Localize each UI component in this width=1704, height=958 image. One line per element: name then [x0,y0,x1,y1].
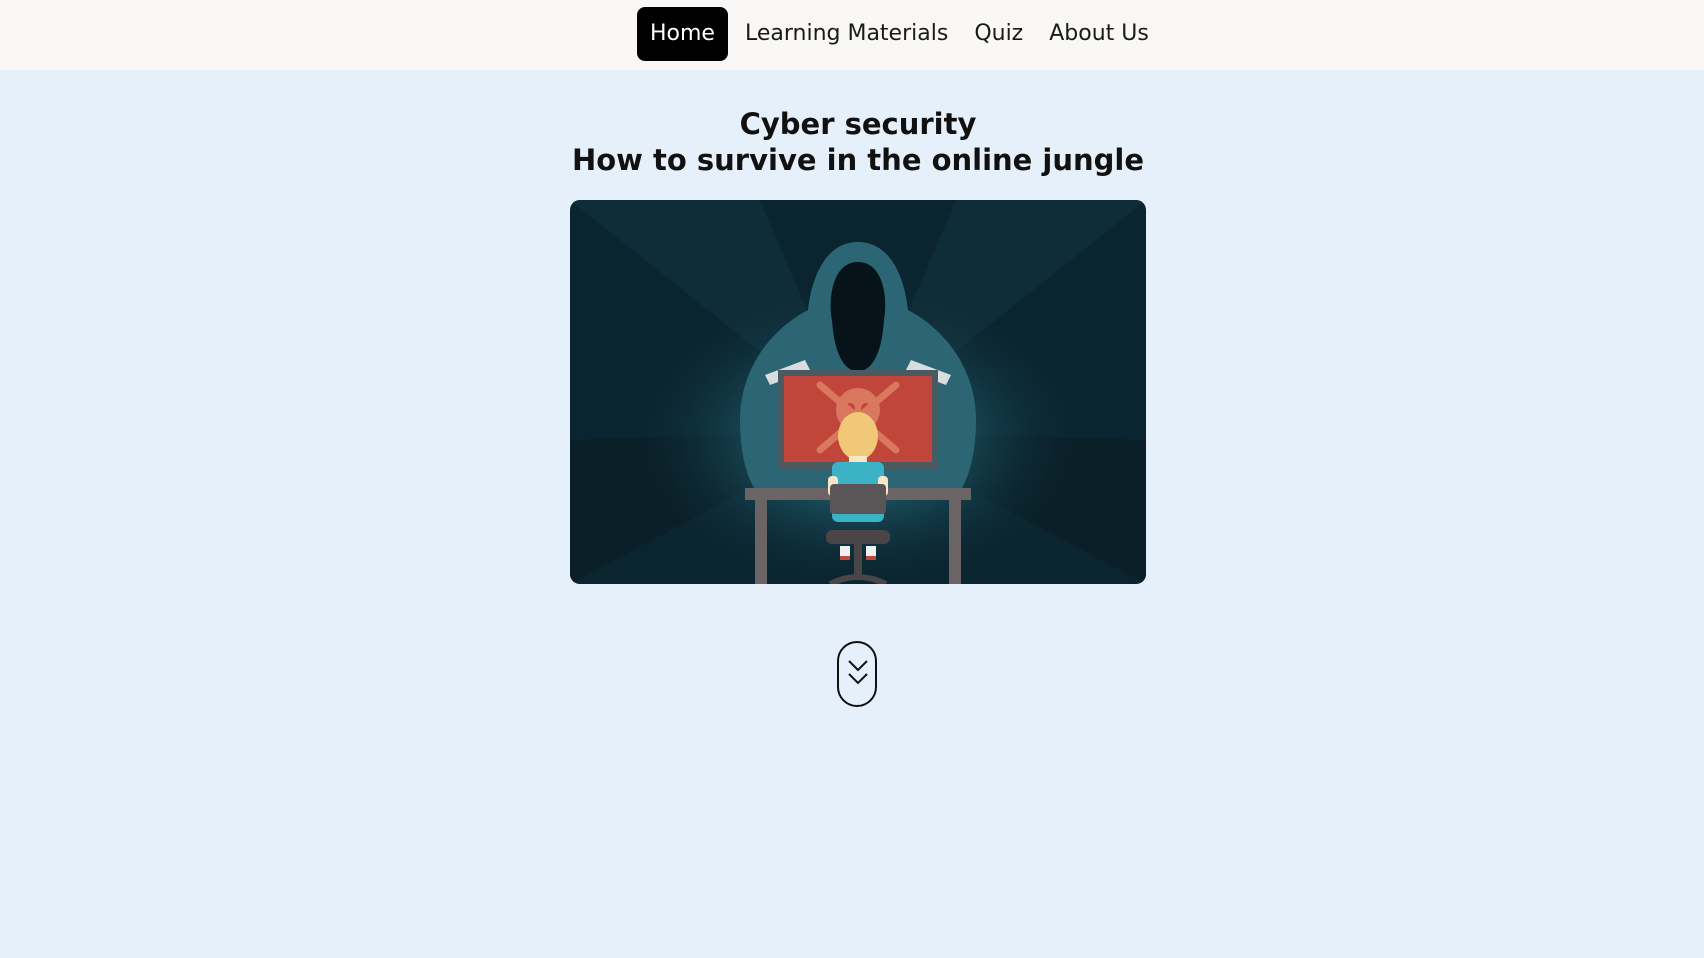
nav-item-about-us[interactable]: About Us [1036,7,1162,61]
double-chevron-down-icon [848,660,868,685]
nav-item-learning-materials[interactable]: Learning Materials [732,7,961,61]
nav-menu: Home Learning Materials Quiz About Us [637,7,1162,61]
page-title-line1: Cyber security [739,107,977,141]
scroll-down-button[interactable] [837,641,877,707]
hero-illustration [570,200,1146,584]
page-title: Cyber security How to survive in the onl… [0,106,1704,178]
nav-item-home[interactable]: Home [637,7,728,61]
page-title-line2: How to survive in the online jungle [571,143,1145,177]
top-navbar: Home Learning Materials Quiz About Us [0,0,1704,70]
nav-item-quiz[interactable]: Quiz [961,7,1036,61]
